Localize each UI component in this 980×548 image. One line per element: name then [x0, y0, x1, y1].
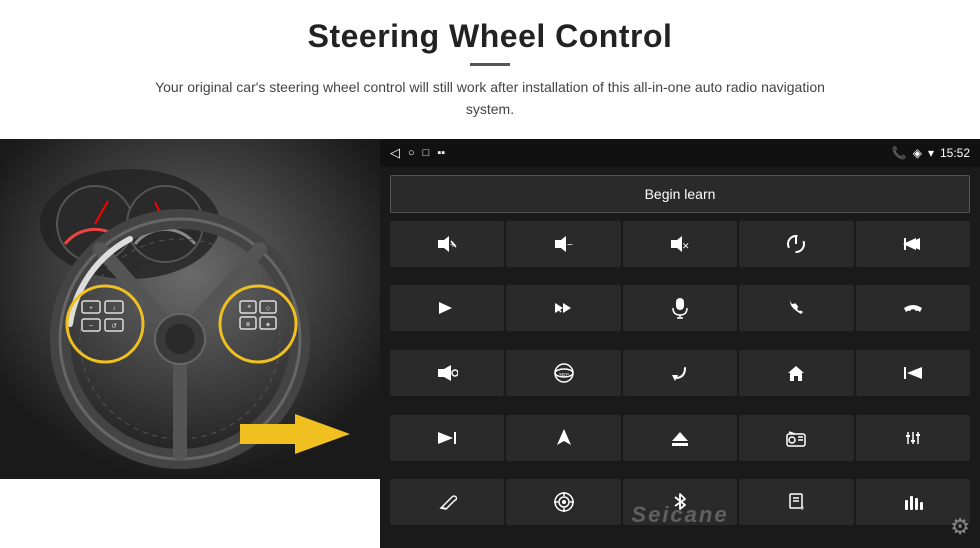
rewind-button[interactable]: [856, 350, 970, 396]
next-track-button[interactable]: [390, 285, 504, 331]
call-button[interactable]: [739, 285, 853, 331]
page-subtitle: Your original car's steering wheel contr…: [150, 76, 830, 121]
page-container: Steering Wheel Control Your original car…: [0, 0, 980, 548]
target-button[interactable]: [506, 479, 620, 525]
content-area: + ♪ − ↺ 🎤 ◇ ⊕ ◈: [0, 139, 980, 548]
svg-text:360°: 360°: [558, 373, 568, 379]
home-button[interactable]: [739, 350, 853, 396]
svg-text:+: +: [89, 305, 93, 312]
power-button[interactable]: [739, 221, 853, 267]
location-icon: ◈: [913, 146, 922, 160]
status-bar-right: 📞 ◈ ▾ 15:52: [892, 146, 970, 160]
status-bar: ◁ ○ □ ▪▪ 📞 ◈ ▾ 15:52: [380, 139, 980, 167]
phone-status-icon: 📞: [892, 146, 907, 160]
svg-text:🎤: 🎤: [244, 304, 252, 312]
vol-up-button[interactable]: +: [390, 221, 504, 267]
battery-signal: ▪▪: [437, 147, 445, 159]
back-button[interactable]: [623, 350, 737, 396]
mute-button[interactable]: ✕: [623, 221, 737, 267]
page-title: Steering Wheel Control: [60, 18, 920, 55]
eq-button[interactable]: [856, 415, 970, 461]
nav-button[interactable]: [506, 415, 620, 461]
svg-text:−: −: [89, 321, 94, 330]
clock: 15:52: [940, 146, 970, 160]
pen-button[interactable]: [390, 479, 504, 525]
begin-learn-button[interactable]: Begin learn: [390, 175, 970, 213]
svg-text:↺: ↺: [111, 323, 117, 330]
svg-text:◇: ◇: [266, 306, 271, 312]
fast-forward-button[interactable]: [506, 285, 620, 331]
mic-button[interactable]: [623, 285, 737, 331]
vol-down-button[interactable]: −: [506, 221, 620, 267]
svg-text:♪: ♪: [801, 505, 805, 512]
begin-learn-row: Begin learn: [380, 167, 980, 221]
skip-forward-button[interactable]: [390, 415, 504, 461]
bluetooth-button[interactable]: [623, 479, 737, 525]
controls-grid: + − ✕: [380, 221, 980, 548]
nav-back-icon[interactable]: ◁: [390, 145, 400, 161]
prev-track-button[interactable]: [856, 221, 970, 267]
nav-square-icon[interactable]: □: [423, 147, 430, 159]
svg-text:♪: ♪: [113, 306, 116, 312]
svg-text:+: +: [450, 240, 456, 251]
android-panel: ◁ ○ □ ▪▪ 📞 ◈ ▾ 15:52 Begin learn: [380, 139, 980, 548]
radio-button[interactable]: [739, 415, 853, 461]
svg-text:−: −: [567, 240, 573, 251]
settings-gear-icon[interactable]: ⚙: [950, 514, 970, 540]
title-divider: [470, 63, 510, 66]
svg-text:⊕: ⊕: [245, 322, 250, 328]
wifi-icon: ▾: [928, 146, 934, 160]
header-section: Steering Wheel Control Your original car…: [0, 0, 980, 131]
svg-text:◈: ◈: [266, 322, 271, 328]
svg-text:✕: ✕: [682, 241, 690, 251]
steering-svg: + ♪ − ↺ 🎤 ◇ ⊕ ◈: [0, 139, 380, 479]
nav-home-icon[interactable]: ○: [408, 147, 415, 159]
music-button[interactable]: ♪: [739, 479, 853, 525]
360-button[interactable]: 360°: [506, 350, 620, 396]
status-bar-left: ◁ ○ □ ▪▪: [390, 145, 445, 161]
horn-button[interactable]: [390, 350, 504, 396]
hang-up-button[interactable]: [856, 285, 970, 331]
eject-button[interactable]: [623, 415, 737, 461]
steering-wheel-image: + ♪ − ↺ 🎤 ◇ ⊕ ◈: [0, 139, 380, 479]
